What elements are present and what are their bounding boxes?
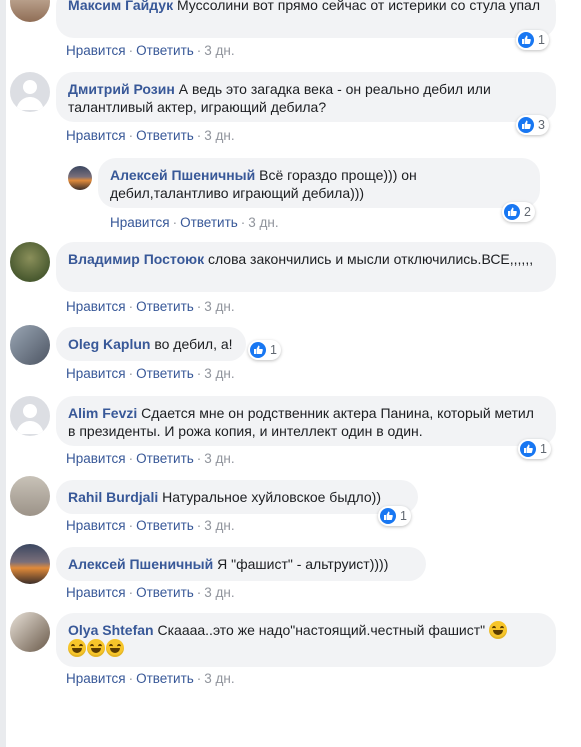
author-name[interactable]: Дмитрий Розин: [68, 81, 175, 97]
comment-text: Муссолини вот прямо сейчас от истерики с…: [176, 0, 540, 13]
like-link[interactable]: Нравится: [66, 671, 126, 686]
reactions-badge[interactable]: 1: [248, 340, 281, 360]
author-name[interactable]: Olya Shtefan: [68, 622, 154, 638]
comment-bubble: Владимир Постоюк слова закончились и мыс…: [56, 242, 556, 292]
comment-actions: Нравится · Ответить · 3 дн.: [66, 366, 235, 381]
reply-link[interactable]: Ответить: [136, 671, 194, 686]
timestamp[interactable]: 3 дн.: [204, 43, 234, 58]
comment-bubble: Alim Fevzi Сдается мне он родственник ак…: [56, 396, 556, 446]
comment-bubble: Oleg Kaplun во дебил, а!: [56, 327, 246, 361]
reactions-count: 1: [270, 343, 277, 357]
comment-actions: Нравится · Ответить · 3 дн.: [66, 299, 235, 314]
like-link[interactable]: Нравится: [66, 451, 126, 466]
thumbs-up-icon: [520, 441, 536, 457]
avatar[interactable]: [10, 242, 50, 282]
timestamp[interactable]: 3 дн.: [204, 366, 234, 381]
grinning-face-icon: [87, 639, 105, 657]
reply-link[interactable]: Ответить: [136, 299, 194, 314]
reactions-badge[interactable]: 1: [378, 506, 411, 526]
avatar[interactable]: [10, 325, 50, 365]
reply-link[interactable]: Ответить: [136, 451, 194, 466]
author-name[interactable]: Rahil Burdjali: [68, 489, 158, 505]
timestamp[interactable]: 3 дн.: [204, 299, 234, 314]
like-link[interactable]: Нравится: [66, 128, 126, 143]
author-name[interactable]: Oleg Kaplun: [68, 336, 150, 352]
like-link[interactable]: Нравится: [66, 366, 126, 381]
avatar[interactable]: [10, 476, 50, 516]
timestamp[interactable]: 3 дн.: [204, 128, 234, 143]
comment-actions: Нравится · Ответить · 3 дн.: [66, 451, 235, 466]
timestamp[interactable]: 3 дн.: [204, 585, 234, 600]
author-name[interactable]: Максим Гайдук: [68, 0, 173, 13]
reactions-count: 1: [538, 33, 545, 47]
comment-text: Скаааа..это же надо"настоящий.честный фа…: [157, 622, 486, 638]
comment-actions: Нравится · Ответить · 3 дн.: [66, 43, 235, 58]
reactions-badge[interactable]: 1: [518, 439, 551, 459]
timestamp[interactable]: 3 дн.: [204, 451, 234, 466]
reply-link[interactable]: Ответить: [136, 585, 194, 600]
like-link[interactable]: Нравится: [66, 299, 126, 314]
comment-text: во дебил, а!: [154, 336, 233, 352]
grinning-face-icon: [68, 639, 86, 657]
comment-bubble: Максим Гайдук Муссолини вот прямо сейчас…: [56, 0, 556, 38]
comment-actions: Нравится · Ответить · 3 дн.: [110, 215, 279, 230]
avatar[interactable]: [10, 544, 50, 584]
like-link[interactable]: Нравится: [66, 518, 126, 533]
comment-actions: Нравится · Ответить · 3 дн.: [66, 518, 235, 533]
reactions-badge[interactable]: 1: [516, 30, 549, 50]
avatar[interactable]: [10, 396, 50, 436]
avatar[interactable]: [10, 612, 50, 652]
thumbs-up-icon: [250, 342, 266, 358]
reactions-badge[interactable]: 3: [516, 115, 549, 135]
reactions-count: 2: [524, 205, 531, 219]
thumbs-up-icon: [504, 204, 520, 220]
reactions-count: 1: [540, 442, 547, 456]
reply-link[interactable]: Ответить: [180, 215, 238, 230]
comment-bubble: Дмитрий Розин А ведь это загадка века - …: [56, 72, 556, 122]
comment-bubble: Olya Shtefan Скаааа..это же надо"настоящ…: [56, 613, 556, 667]
reactions-count: 3: [538, 118, 545, 132]
comment-bubble: Алексей Пшеничный Всё гораздо проще))) о…: [98, 158, 540, 208]
reply-link[interactable]: Ответить: [136, 128, 194, 143]
comment-text: Я "фашист" - альтруист)))): [217, 556, 389, 572]
reactions-badge[interactable]: 2: [502, 202, 535, 222]
avatar[interactable]: [68, 166, 92, 190]
comment-text: Натуральное хуйловское быдло)): [162, 489, 381, 505]
comment-actions: Нравится · Ответить · 3 дн.: [66, 671, 235, 686]
thumbs-up-icon: [518, 32, 534, 48]
author-name[interactable]: Алексей Пшеничный: [110, 167, 255, 183]
left-panel-strip: [0, 0, 6, 747]
thumbs-up-icon: [380, 508, 396, 524]
like-link[interactable]: Нравится: [66, 43, 126, 58]
bottom-area: [6, 690, 581, 747]
reply-link[interactable]: Ответить: [136, 366, 194, 381]
like-link[interactable]: Нравится: [66, 585, 126, 600]
author-name[interactable]: Алексей Пшеничный: [68, 556, 213, 572]
timestamp[interactable]: 3 дн.: [248, 215, 278, 230]
comment-actions: Нравится · Ответить · 3 дн.: [66, 585, 235, 600]
comment-bubble: Алексей Пшеничный Я "фашист" - альтруист…: [56, 547, 426, 581]
reply-link[interactable]: Ответить: [136, 518, 194, 533]
author-name[interactable]: Владимир Постоюк: [68, 251, 204, 267]
default-avatar-icon: [16, 404, 44, 434]
timestamp[interactable]: 3 дн.: [204, 518, 234, 533]
comment-text: Сдается мне он родственник актера Панина…: [68, 405, 534, 439]
comment-actions: Нравится · Ответить · 3 дн.: [66, 128, 235, 143]
avatar[interactable]: [10, 0, 50, 22]
reply-link[interactable]: Ответить: [136, 43, 194, 58]
thumbs-up-icon: [518, 117, 534, 133]
grinning-face-icon: [489, 621, 508, 639]
like-link[interactable]: Нравится: [110, 215, 170, 230]
avatar[interactable]: [10, 72, 50, 112]
grinning-face-icon: [106, 639, 124, 657]
comment-text: слова закончились и мысли отключились.ВС…: [207, 251, 534, 267]
default-avatar-icon: [16, 80, 44, 110]
reactions-count: 1: [400, 509, 407, 523]
timestamp[interactable]: 3 дн.: [204, 671, 234, 686]
comment-bubble: Rahil Burdjali Натуральное хуйловское бы…: [56, 480, 418, 514]
author-name[interactable]: Alim Fevzi: [68, 405, 137, 421]
